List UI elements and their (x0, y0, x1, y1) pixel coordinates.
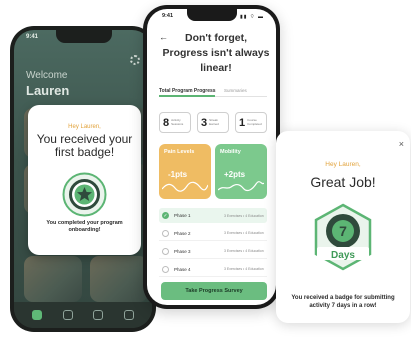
close-icon[interactable]: × (399, 139, 404, 149)
trend-wave-icon (162, 181, 208, 192)
phone-notch (56, 30, 112, 43)
first-badge-popup: Hey Lauren, You received your first badg… (28, 105, 141, 255)
status-time: 9:41 (26, 34, 39, 40)
stat-value: 8 (163, 116, 170, 129)
phase-info: 3 Exercises • 4 Education (224, 213, 264, 218)
status-icons: ▮▮ ⌔ ▬ (240, 14, 264, 20)
popup-message: You received a badge for submitting acti… (291, 295, 395, 309)
phase-info: 3 Exercises • 4 Education (224, 267, 264, 271)
popup-message: You completed your program onboarding! (46, 220, 123, 233)
tab-total-progress[interactable]: Total Program Progress (159, 88, 216, 94)
welcome-label: Welcome (26, 70, 68, 81)
app-showcase: 9:41 Welcome Lauren Hey Lauren, You rece… (0, 0, 411, 339)
phase-row-4[interactable]: Phase 4 3 Exercises • 4 Education (159, 262, 267, 277)
popup-title: Great Job! (310, 174, 376, 190)
dashboard-photo-card[interactable] (90, 256, 148, 302)
star-badge-icon (62, 172, 107, 217)
center-phone: 9:41 ▮▮ ⌔ ▬ ← Don't forget, Progress isn… (143, 5, 280, 309)
seven-days-badge-icon: 7 Days (314, 203, 372, 271)
phase-name: Phase 2 (174, 230, 191, 236)
stat-value: 1 (239, 116, 246, 129)
take-progress-survey-button[interactable]: Take Progress Survey (161, 282, 267, 300)
popup-greeting: Hey Lauren, (325, 161, 361, 168)
trend-wave-icon (218, 181, 264, 192)
page-title: Don't forget, Progress isn't always line… (162, 32, 270, 74)
stat-course-completed: 1 Course Completed (235, 112, 267, 133)
phone-notch (187, 9, 237, 21)
level-value: +2pts (224, 170, 246, 179)
stat-label: Activity Sessions (171, 117, 184, 126)
badge-label: Days (331, 250, 355, 261)
popup-title: You received your first badge! (36, 132, 133, 159)
check-icon: ✓ (162, 212, 169, 219)
phase-name: Phase 1 (174, 213, 191, 218)
pain-levels-card[interactable]: Pain Levels -1pts (159, 144, 211, 199)
document-icon[interactable] (62, 310, 73, 320)
phase-row-2[interactable]: Phase 2 3 Exercises • 4 Education (159, 226, 267, 241)
user-name: Lauren (26, 83, 70, 98)
bottom-nav (14, 302, 152, 328)
check-icon (162, 265, 169, 273)
mobility-card[interactable]: Mobility +2pts (215, 144, 267, 199)
progress-screen: 9:41 ▮▮ ⌔ ▬ ← Don't forget, Progress isn… (147, 9, 276, 305)
popup-greeting: Hey Lauren, (68, 124, 101, 130)
phase-name: Phase 3 (174, 248, 191, 254)
check-icon (162, 247, 169, 255)
phase-info: 3 Exercises • 4 Education (224, 249, 264, 253)
active-tab-indicator (159, 95, 215, 97)
profile-icon[interactable] (123, 310, 134, 320)
level-value: -1pts (168, 170, 188, 179)
level-label: Pain Levels (164, 149, 195, 155)
stat-value: 3 (201, 116, 208, 129)
dashboard-photo-card[interactable] (24, 256, 82, 302)
tab-summaries[interactable]: Summaries (224, 88, 247, 93)
badge-number: 7 (339, 223, 347, 239)
stat-label: Course Completed (247, 117, 262, 126)
stat-streak-earned: 3 Streak Earned (197, 112, 229, 133)
phase-row-1[interactable]: ✓ Phase 1 3 Exercises • 4 Education (159, 208, 267, 223)
home-icon[interactable] (32, 310, 43, 320)
phase-row-3[interactable]: Phase 3 3 Exercises • 4 Education (159, 244, 267, 259)
phase-name: Phase 4 (174, 266, 191, 272)
headset-icon[interactable] (93, 310, 104, 320)
check-icon (162, 229, 169, 237)
level-label: Mobility (220, 149, 241, 155)
phase-info: 3 Exercises • 4 Education (224, 231, 264, 235)
great-job-popup: × Hey Lauren, Great Job! 7 Days You rece… (276, 131, 410, 323)
stat-activity-sessions: 8 Activity Sessions (159, 112, 191, 133)
settings-gear-icon[interactable] (130, 55, 140, 65)
stat-label: Streak Earned (209, 117, 219, 126)
status-time: 9:41 (162, 13, 174, 19)
